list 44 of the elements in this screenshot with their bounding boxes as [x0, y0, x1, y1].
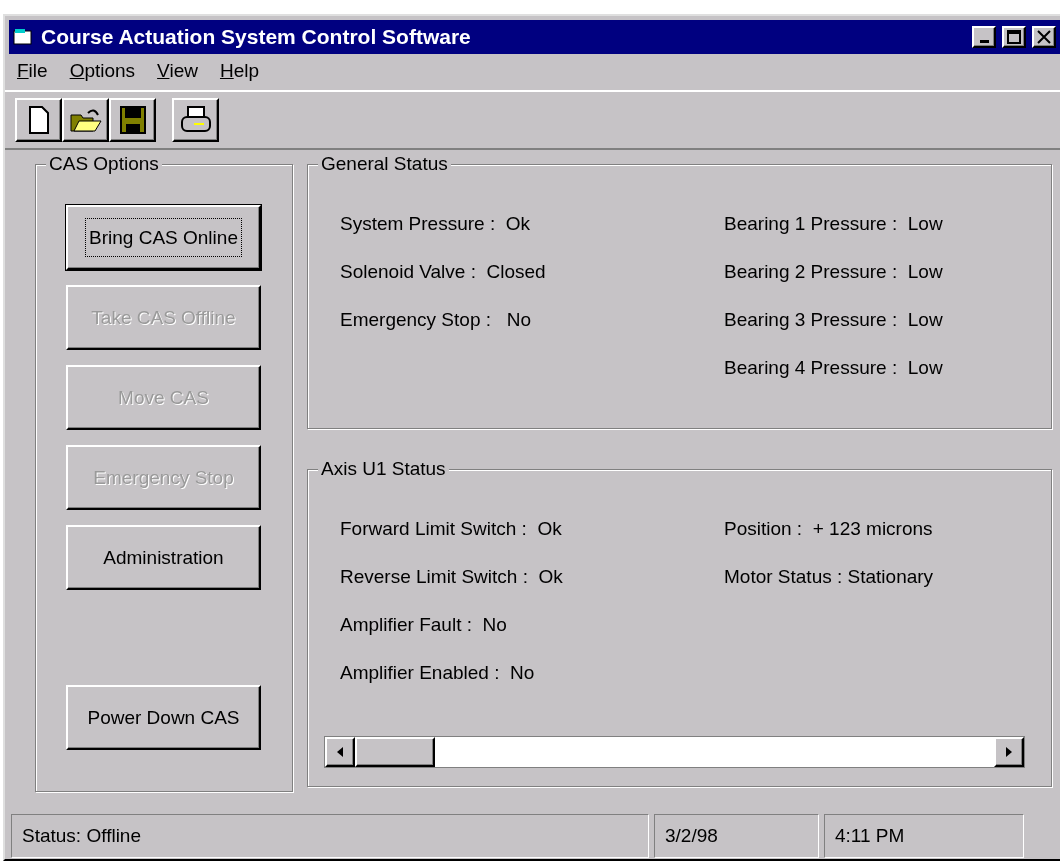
menu-item[interactable]: Options: [69, 60, 136, 86]
maximize-icon: [1007, 30, 1021, 44]
time-text: 4:11 PM: [824, 814, 1024, 858]
date-text: 3/2/98: [654, 814, 819, 858]
maximize-button[interactable]: [1002, 26, 1026, 48]
close-icon: [1037, 30, 1051, 44]
menu-item[interactable]: Help: [219, 60, 260, 86]
horizontal-scrollbar[interactable]: [324, 736, 1025, 768]
status-text: Emergency Stop : No: [340, 309, 533, 331]
minimize-button[interactable]: [972, 26, 996, 48]
action-button[interactable]: Administration: [66, 525, 261, 590]
scroll-left-button[interactable]: [325, 737, 355, 767]
status-text: Solenoid Valve : Closed: [340, 261, 547, 283]
right-arrow-icon: [1006, 747, 1012, 757]
minimize-icon: [979, 39, 989, 43]
open-folder-icon: [69, 107, 102, 133]
status-text: System Pressure : Ok: [340, 213, 532, 235]
status-text: Amplifier Enabled : No: [340, 662, 536, 684]
status-text: Status: Offline: [11, 814, 649, 858]
window-title: Course Actuation System Control Software: [41, 25, 472, 49]
action-button[interactable]: Power Down CAS: [66, 685, 261, 750]
action-button[interactable]: Bring CAS Online: [66, 205, 261, 270]
left-arrow-icon: [337, 747, 343, 757]
status-text: Motor Status : Stationary: [724, 566, 935, 588]
status-text: Bearing 3 Pressure : Low: [724, 309, 944, 331]
status-text: Position : + 123 microns: [724, 518, 934, 540]
window-icon: [13, 28, 35, 46]
status-text: Bearing 1 Pressure : Low: [724, 213, 944, 235]
toolbar-button[interactable]: [62, 98, 109, 142]
status-text: Forward Limit Switch : Ok: [340, 518, 563, 540]
blank-page-icon: [27, 106, 50, 134]
menu-item[interactable]: File: [17, 60, 48, 86]
scroll-right-button[interactable]: [994, 737, 1024, 767]
toolbar-button[interactable]: [172, 98, 219, 142]
status-text: Amplifier Fault : No: [340, 614, 508, 636]
status-text: Bearing 2 Pressure : Low: [724, 261, 944, 283]
scroll-thumb[interactable]: [355, 737, 435, 767]
close-button[interactable]: [1032, 26, 1056, 48]
printer-icon: [179, 106, 212, 134]
menu-item[interactable]: View: [157, 60, 198, 86]
status-text: Reverse Limit Switch : Ok: [340, 566, 564, 588]
status-text: Bearing 4 Pressure : Low: [724, 357, 944, 379]
toolbar-button[interactable]: [109, 98, 156, 142]
toolbar-button[interactable]: [15, 98, 62, 142]
